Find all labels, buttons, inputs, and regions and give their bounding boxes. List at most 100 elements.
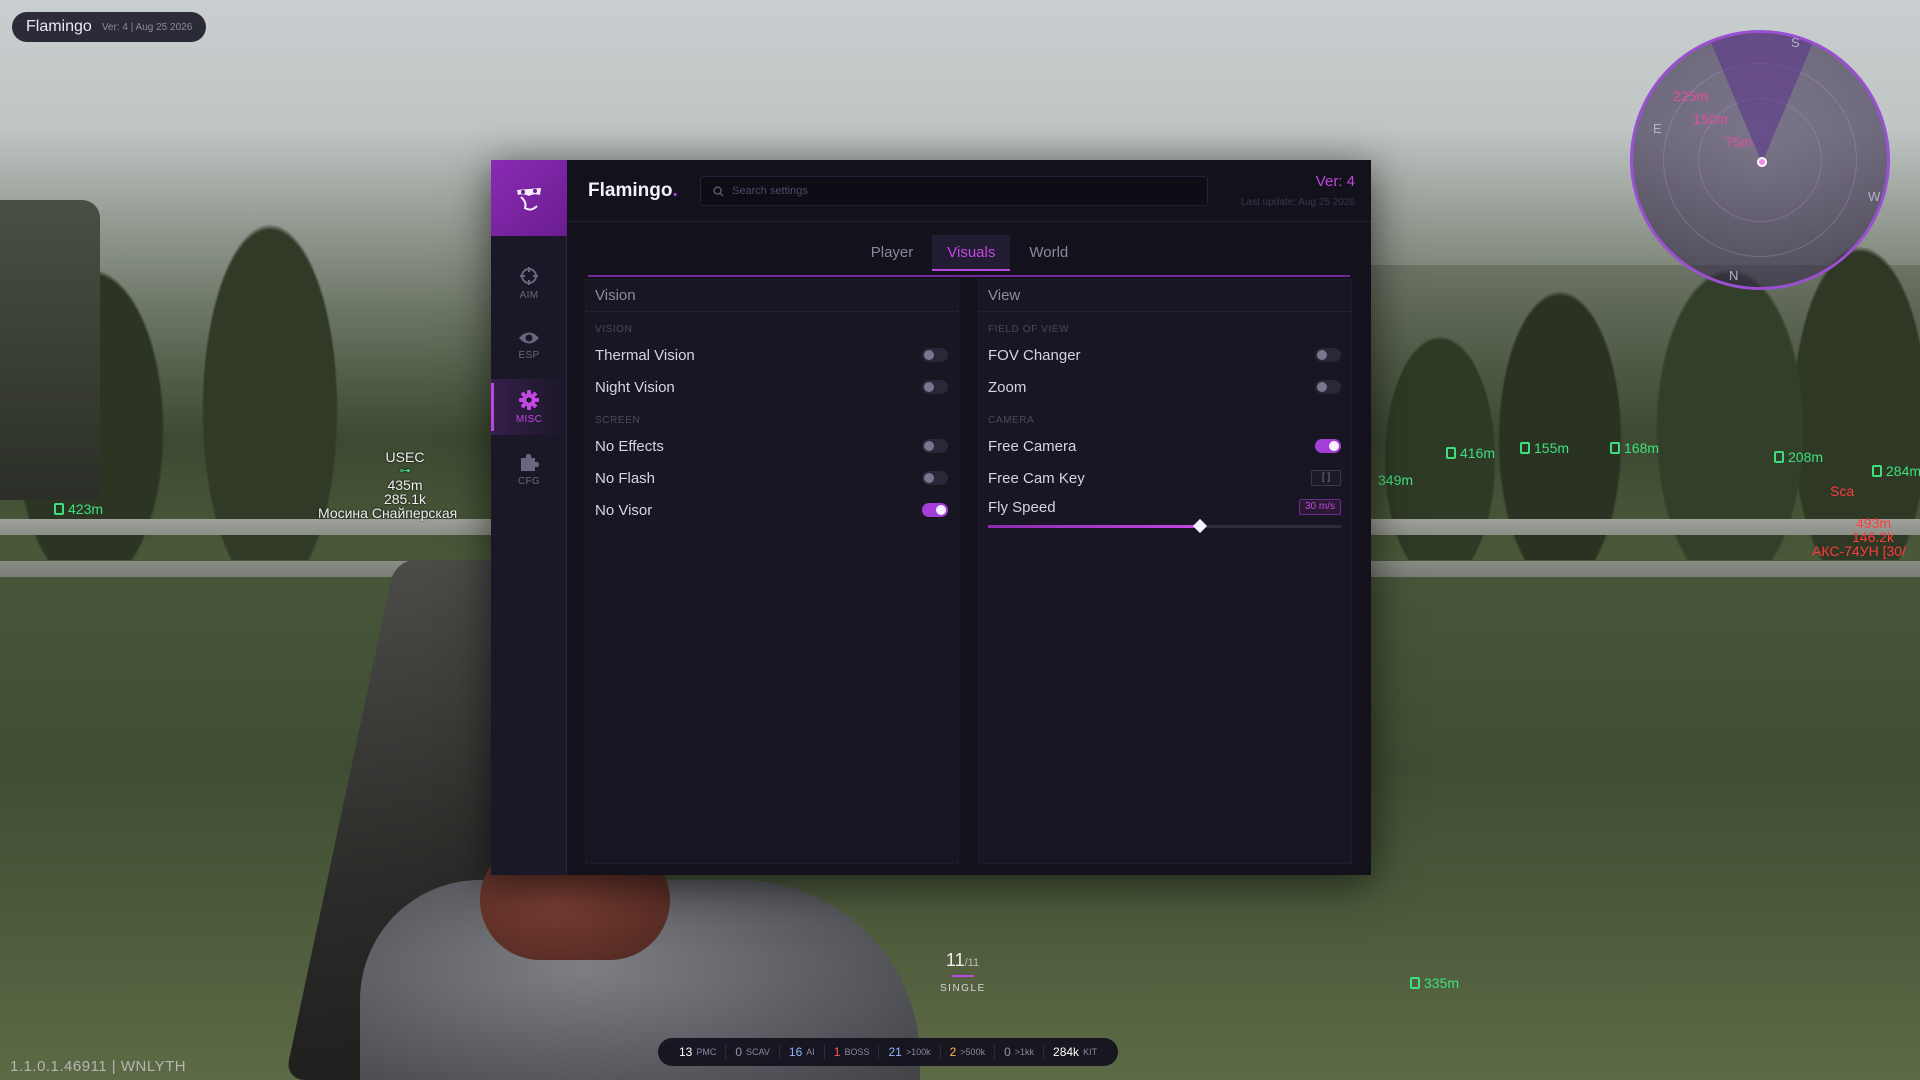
no-effects-toggle[interactable] — [922, 439, 948, 453]
no-visor-toggle[interactable] — [922, 503, 948, 517]
stat-item: 2 >500k — [941, 1045, 996, 1059]
esp-loot: 423m — [54, 502, 103, 516]
setting-fov-changer: FOV Changer — [979, 339, 1351, 371]
tab-player[interactable]: Player — [856, 235, 929, 271]
stat-item: 13 PMC — [670, 1045, 727, 1059]
esp-loot: 155m — [1520, 441, 1569, 455]
watermark-meta: Ver: 4 | Aug 25 2026 — [101, 21, 193, 33]
stat-label: >100k — [905, 1047, 931, 1057]
loot-distance: 423m — [68, 501, 104, 517]
setting-no-flash: No Flash — [586, 462, 958, 494]
setting-label: Fly Speed — [988, 498, 1056, 516]
panel-title: View — [979, 280, 1351, 312]
stat-count: 16 — [788, 1045, 803, 1059]
thermal-vision-toggle[interactable] — [922, 348, 948, 362]
setting-label: No Visor — [595, 501, 653, 519]
stat-item: 0 SCAV — [726, 1045, 780, 1059]
sidebar-item-cfg[interactable]: CFG — [491, 441, 567, 497]
loot-distance: 155m — [1534, 440, 1570, 456]
stat-label: PMC — [696, 1047, 717, 1057]
radar-cardinal-w: W — [1868, 189, 1881, 204]
stat-count: 0 — [1004, 1045, 1011, 1059]
tab-world[interactable]: World — [1014, 235, 1083, 271]
stat-label: AI — [806, 1047, 815, 1057]
setting-no-effects: No Effects — [586, 430, 958, 462]
tab-underline — [588, 275, 1350, 277]
setting-label: FOV Changer — [988, 346, 1081, 364]
sidebar-item-esp[interactable]: ESP — [491, 317, 567, 373]
radar-player-dot — [1757, 157, 1767, 167]
loot-distance: 208m — [1788, 449, 1824, 465]
setting-label: Zoom — [988, 378, 1027, 396]
stat-item: 0 >1kk — [995, 1045, 1045, 1059]
tab-bar: Player Visuals World — [568, 235, 1371, 271]
fov-changer-toggle[interactable] — [1315, 348, 1341, 362]
fly-speed-slider[interactable] — [988, 518, 1341, 534]
section-heading-camera: CAMERA — [988, 415, 1035, 426]
setting-label: Night Vision — [595, 378, 675, 396]
esp-player-weapon: Мосина Снайперская — [318, 505, 458, 521]
search-bar[interactable] — [700, 176, 1208, 206]
tab-visuals[interactable]: Visuals — [932, 235, 1011, 271]
flamingo-logo — [491, 160, 567, 236]
sidebar-item-label: ESP — [518, 349, 540, 361]
vision-panel: Vision VISION Thermal Vision Night Visio… — [585, 279, 959, 864]
search-input[interactable] — [732, 185, 1172, 197]
loot-icon — [1446, 447, 1456, 459]
ammo-current: 11 — [945, 950, 965, 970]
esp-loot: 168m — [1610, 441, 1659, 455]
free-camera-toggle[interactable] — [1315, 439, 1341, 453]
radar-ring-label: 150m — [1693, 111, 1729, 127]
sidebar-item-aim[interactable]: AIM — [491, 255, 567, 311]
setting-label: Free Cam Key — [988, 469, 1085, 487]
loot-distance: 284m — [1886, 463, 1920, 479]
sidebar-item-label: AIM — [519, 289, 539, 301]
stat-count: 0 — [735, 1045, 743, 1059]
setting-label: No Flash — [595, 469, 656, 487]
zoom-toggle[interactable] — [1315, 380, 1341, 394]
watermark: Flamingo Ver: 4 | Aug 25 2026 — [12, 12, 207, 42]
esp-player: USEC ⊶ 435m 285.1k — [320, 450, 490, 506]
loot-icon — [1872, 465, 1882, 477]
radar-ring-label: 75m — [1725, 134, 1753, 150]
brand-title: Flamingo. — [588, 180, 678, 202]
fly-speed-value: 30 m/s — [1298, 499, 1341, 515]
stat-label: BOSS — [844, 1047, 870, 1057]
puzzle-icon — [521, 453, 539, 471]
esp-enemy-weapon: АКС-74УН [30/ — [1812, 543, 1906, 559]
menu-header: Flamingo. Ver: 4 Last update: Aug 25 202… — [568, 160, 1371, 222]
radar-cardinal-e: E — [1653, 121, 1662, 136]
ammo-max: /11 — [964, 957, 980, 969]
stat-label: >1kk — [1014, 1047, 1035, 1057]
no-flash-toggle[interactable] — [922, 471, 948, 485]
setting-label: Free Camera — [988, 437, 1077, 455]
fire-mode: SINGLE — [940, 983, 986, 994]
stat-item: 21 >100k — [879, 1045, 941, 1059]
setting-no-visor: No Visor — [586, 494, 958, 526]
cheat-menu-window: AIM ESP MISC CFG Flamingo. Search settin… — [491, 160, 1371, 875]
sidebar-item-misc[interactable]: MISC — [491, 379, 567, 435]
esp-loot: 349m — [1378, 473, 1413, 487]
section-heading-fov: FIELD OF VIEW — [988, 324, 1070, 335]
esp-enemy-distance: 493m — [1856, 515, 1892, 531]
night-vision-toggle[interactable] — [922, 380, 948, 394]
slider-thumb[interactable] — [1192, 518, 1207, 534]
esp-loot: 335m — [1410, 976, 1459, 990]
view-panel: View FIELD OF VIEW FOV Changer Zoom CAME… — [978, 279, 1352, 864]
setting-night-vision: Night Vision — [586, 371, 958, 403]
watermark-title: Flamingo — [26, 18, 92, 35]
search-icon — [713, 185, 724, 197]
esp-enemy-value: 146.2k — [1852, 529, 1895, 545]
free-cam-keybind[interactable]: [ ] — [1311, 470, 1341, 486]
radar: 225m 150m 75m N E W S — [1630, 30, 1890, 290]
crosshair-icon — [520, 266, 538, 285]
truck — [0, 200, 100, 500]
setting-label: No Effects — [595, 437, 664, 455]
loot-distance: 416m — [1460, 445, 1496, 461]
brand-name: Flamingo — [588, 180, 673, 201]
sidebar: AIM ESP MISC CFG — [491, 160, 567, 875]
section-heading-screen: SCREEN — [595, 415, 641, 426]
ammo-count: 11/11 — [940, 950, 985, 971]
setting-label: Thermal Vision — [595, 346, 695, 364]
stat-count: 21 — [888, 1045, 902, 1059]
